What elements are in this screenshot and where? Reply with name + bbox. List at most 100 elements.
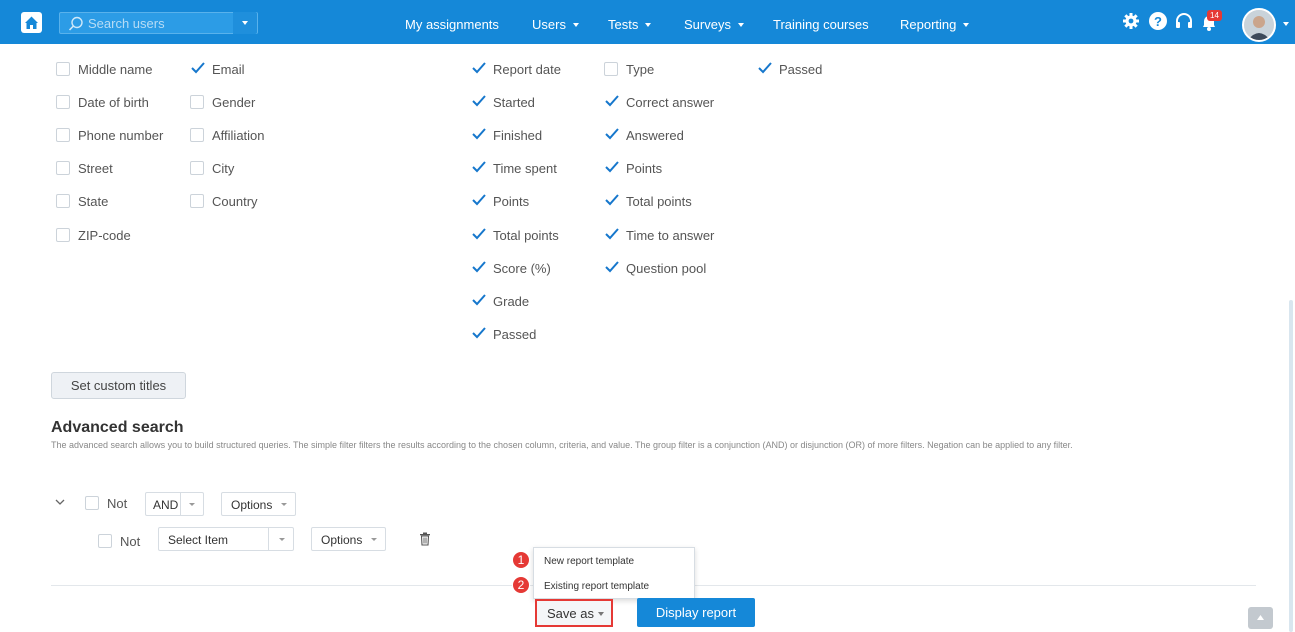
chevron-down-icon [572, 23, 579, 27]
home-button[interactable] [21, 12, 42, 33]
display-report-button[interactable]: Display report [637, 598, 755, 627]
set-custom-titles-button[interactable]: Set custom titles [51, 372, 186, 399]
filter-column-select[interactable]: Select Item [158, 527, 294, 551]
nav-reporting[interactable]: Reporting [900, 0, 970, 44]
checkbox-box[interactable] [56, 128, 70, 142]
checkmark-icon[interactable] [757, 61, 773, 75]
checkbox-label: Type [626, 62, 655, 77]
top-navigation-bar: My assignments Users Tests Surveys Train… [0, 0, 1295, 44]
checkmark-icon[interactable] [471, 127, 487, 141]
checkmark-icon[interactable] [604, 94, 620, 108]
checkbox-label: Points [626, 161, 663, 176]
checkbox-box[interactable] [56, 161, 70, 175]
checkmark-icon[interactable] [604, 260, 620, 274]
save-as-button[interactable]: Save as [535, 599, 613, 627]
group-operator-select[interactable]: AND [145, 492, 204, 516]
chevron-down-icon [963, 23, 970, 27]
chevron-down-icon [371, 538, 377, 541]
checkmark-icon[interactable] [604, 227, 620, 241]
checkmark-icon[interactable] [604, 160, 620, 174]
filter-options-select[interactable]: Options [311, 527, 386, 551]
checkbox-label: Email [212, 62, 245, 77]
user-avatar[interactable] [1242, 8, 1276, 42]
checkbox-box[interactable] [604, 62, 618, 76]
checkmark-icon[interactable] [471, 160, 487, 174]
checkbox-label: Affiliation [212, 128, 265, 143]
checkmark-icon[interactable] [190, 61, 206, 75]
search-dropdown-button[interactable] [233, 12, 257, 34]
checkbox-label: Started [493, 95, 535, 110]
checkbox-label: Question pool [626, 261, 707, 276]
avatar-icon [1244, 10, 1274, 40]
checkmark-icon[interactable] [471, 193, 487, 207]
checkmark-icon[interactable] [604, 127, 620, 141]
checkbox-label: Total points [493, 228, 559, 243]
menu-item-existing-report-template[interactable]: Existing report template [544, 581, 649, 592]
nav-surveys[interactable]: Surveys [684, 0, 744, 44]
checkbox-box[interactable] [98, 534, 112, 548]
checkbox-label: Middle name [78, 62, 153, 77]
checkbox-label: Answered [626, 128, 684, 143]
checkmark-icon[interactable] [604, 193, 620, 207]
checkbox-label: Date of birth [78, 95, 149, 110]
nav-my-assignments[interactable]: My assignments [405, 0, 499, 44]
home-icon [25, 16, 38, 29]
checkbox-label: Passed [779, 62, 823, 77]
checkbox-label: Score (%) [493, 261, 551, 276]
checkbox-label: Grade [493, 294, 530, 309]
chevron-down-icon [279, 538, 285, 541]
step-marker-1: 1 [512, 551, 530, 569]
checkbox-label: Passed [493, 327, 537, 342]
checkmark-icon[interactable] [471, 94, 487, 108]
checkmark-icon[interactable] [471, 293, 487, 307]
advanced-search-description: The advanced search allows you to build … [51, 440, 1073, 450]
checkbox-label: Time to answer [626, 228, 715, 243]
chevron-down-icon [737, 23, 744, 27]
page-scrollbar[interactable] [1289, 300, 1293, 632]
scroll-to-top-button[interactable] [1248, 607, 1273, 629]
chevron-down-icon [645, 23, 652, 27]
checkmark-icon[interactable] [471, 61, 487, 75]
chevron-down-icon [189, 503, 195, 506]
checkbox-label: Points [493, 194, 530, 209]
gear-icon[interactable] [1121, 11, 1141, 31]
checkmark-icon[interactable] [471, 227, 487, 241]
nav-users[interactable]: Users [532, 0, 579, 44]
checkbox-label: Finished [493, 128, 543, 143]
nav-training-courses[interactable]: Training courses [773, 0, 869, 44]
avatar-chevron-down-icon[interactable] [1283, 22, 1289, 26]
nav-tests[interactable]: Tests [608, 0, 652, 44]
checkbox-label: City [212, 161, 235, 176]
checkbox-box[interactable] [190, 194, 204, 208]
search-users-box[interactable] [59, 12, 258, 34]
checkmark-icon[interactable] [471, 260, 487, 274]
checkbox-label: Street [78, 161, 113, 176]
checkbox-box[interactable] [56, 95, 70, 109]
checkbox-box[interactable] [190, 161, 204, 175]
chevron-up-icon [1257, 615, 1264, 620]
checkbox-label: Report date [493, 62, 561, 77]
search-icon [68, 16, 83, 31]
help-icon[interactable]: ? [1148, 11, 1168, 31]
group-options-select[interactable]: Options [221, 492, 296, 516]
checkbox-box[interactable] [85, 496, 99, 510]
checkbox-box[interactable] [190, 128, 204, 142]
menu-item-new-report-template[interactable]: New report template [544, 556, 634, 567]
checkmark-icon[interactable] [471, 326, 487, 340]
checkbox-label: State [78, 194, 109, 209]
checkbox-box[interactable] [56, 62, 70, 76]
checkbox-box[interactable] [56, 228, 70, 242]
checkbox-label: Time spent [493, 161, 557, 176]
search-input[interactable] [88, 15, 228, 31]
checkbox-label: ZIP-code [78, 228, 131, 243]
headset-icon[interactable] [1174, 11, 1194, 31]
checkbox-label: Correct answer [626, 95, 715, 110]
checkbox-box[interactable] [190, 95, 204, 109]
advanced-search-heading: Advanced search [51, 419, 184, 436]
collapse-chevron-icon[interactable] [55, 498, 65, 506]
chevron-down-icon [281, 503, 287, 506]
trash-icon[interactable] [419, 532, 431, 546]
checkbox-label: Total points [626, 194, 692, 209]
checkbox-box[interactable] [56, 194, 70, 208]
checkbox-label: Country [212, 194, 258, 209]
